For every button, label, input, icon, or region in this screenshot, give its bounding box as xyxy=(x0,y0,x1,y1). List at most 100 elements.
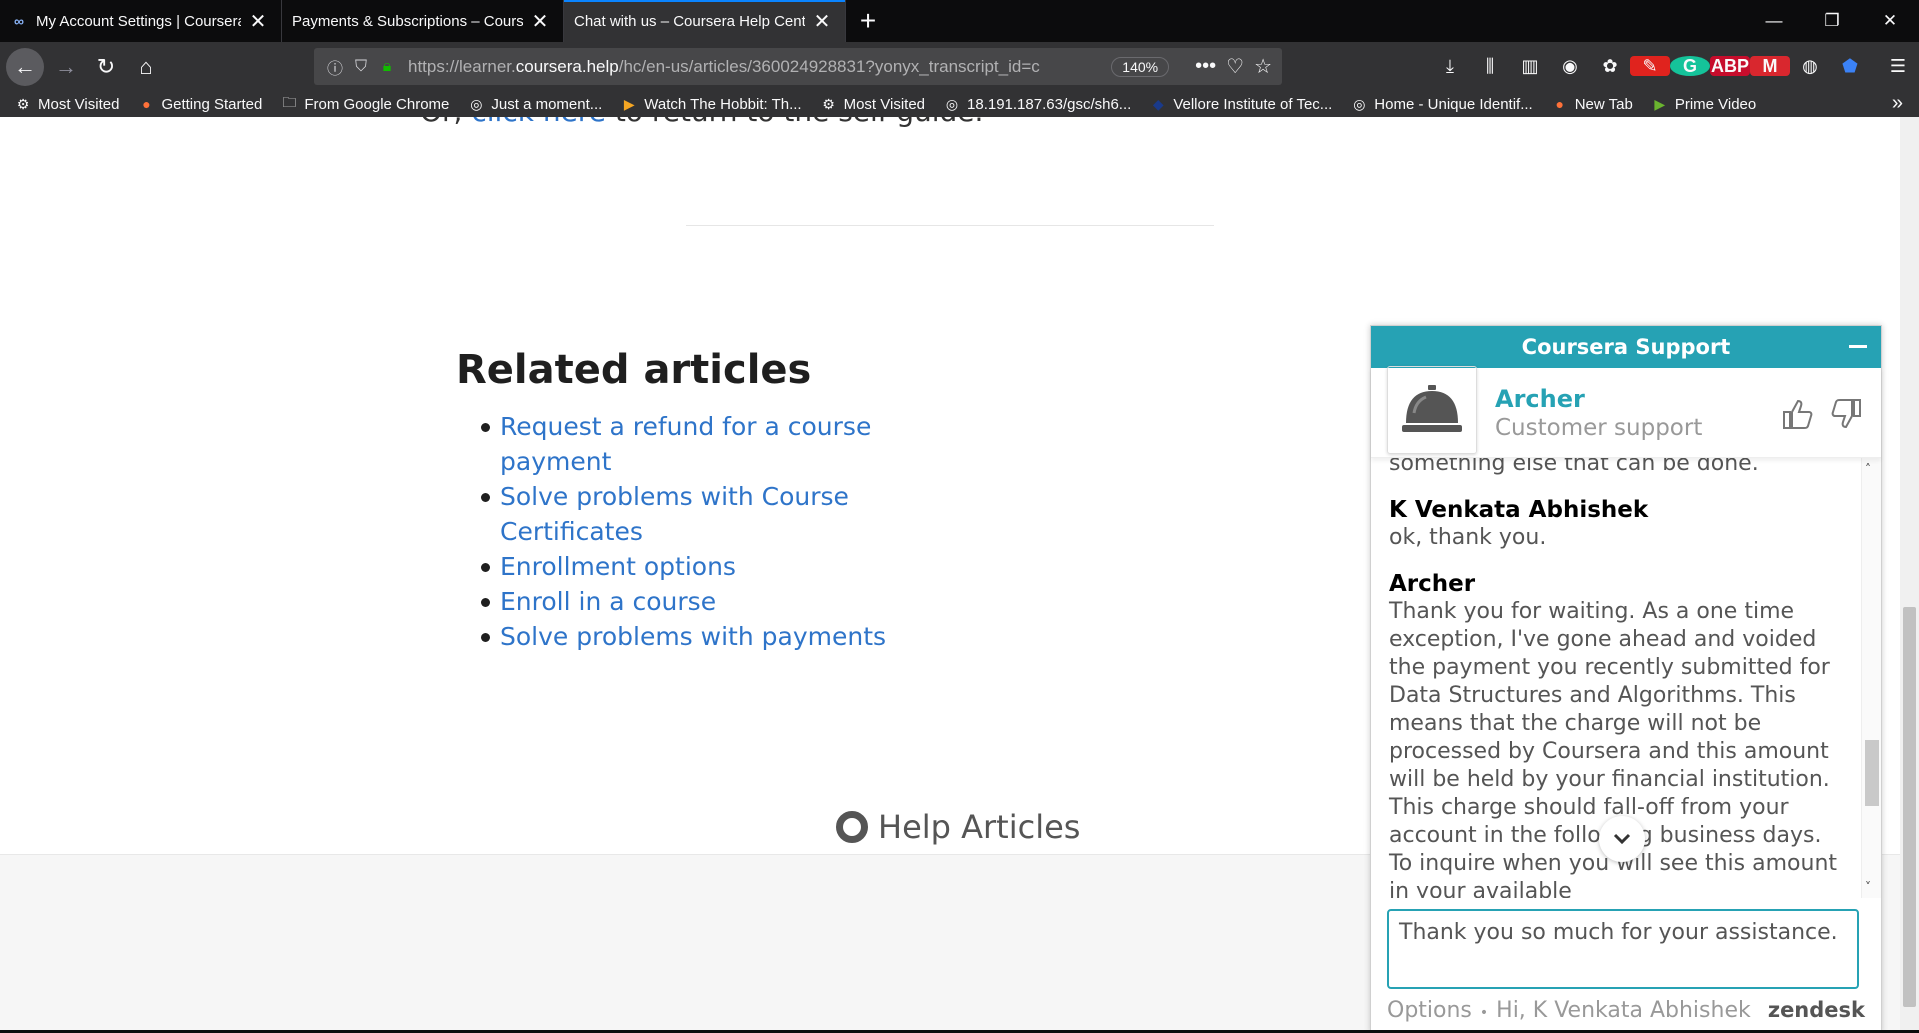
window-controls: — ❐ ✕ xyxy=(1745,0,1919,42)
scrollbar-thumb[interactable] xyxy=(1903,607,1916,1007)
thumbs-down-icon[interactable] xyxy=(1829,398,1863,430)
bookmark-new-tab[interactable]: ● New Tab xyxy=(1551,95,1633,113)
tab-account-settings[interactable]: ∞ My Account Settings | Coursera ✕ xyxy=(0,0,282,42)
previous-message-text: something else that can be done. xyxy=(1389,458,1759,476)
close-window-icon[interactable]: ✕ xyxy=(1861,0,1919,42)
close-tab-icon[interactable]: ✕ xyxy=(529,10,551,33)
toolbar-icons: ⤓ ⫼ ▥ ◉ ✿ ✎ G ABP M ◍ ⬟ ☰ xyxy=(1430,48,1918,85)
bookmark-label: New Tab xyxy=(1574,95,1633,113)
concierge-bell-icon xyxy=(1387,365,1477,454)
gear-icon: ⚙ xyxy=(822,95,835,112)
mega-extension-icon[interactable]: M xyxy=(1750,56,1790,77)
related-articles-heading: Related articles xyxy=(456,347,812,393)
related-article-link[interactable]: Enroll in a course xyxy=(500,587,716,616)
related-article-link[interactable]: Request a refund for a course payment xyxy=(500,412,871,476)
coursera-logo-icon: ∞ xyxy=(14,13,24,29)
options-link[interactable]: Options xyxy=(1387,998,1472,1023)
bookmark-vellore[interactable]: ◆ Vellore Institute of Tec... xyxy=(1149,95,1332,113)
chat-header[interactable]: Coursera Support xyxy=(1371,326,1881,368)
close-tab-icon[interactable]: ✕ xyxy=(811,10,833,33)
address-bar[interactable]: ⓘ ⛉ 🔒︎ https://learner.coursera.help/hc/… xyxy=(314,48,1282,85)
chevron-down-icon xyxy=(1613,833,1631,845)
chat-scrollbar[interactable]: ˄ ˅ xyxy=(1861,458,1881,898)
cookie-extension-icon[interactable]: ✿ xyxy=(1590,56,1630,77)
bookmark-label: Watch The Hobbit: Th... xyxy=(644,95,802,113)
tracking-shield-icon[interactable]: ⛉ xyxy=(350,58,372,76)
footer-separator: • xyxy=(1479,1005,1489,1021)
tab-label: My Account Settings | Coursera xyxy=(36,12,241,30)
sidebar-icon[interactable]: ▥ xyxy=(1510,56,1550,77)
downloads-icon[interactable]: ⤓ xyxy=(1430,56,1470,77)
bookmark-prime-video[interactable]: ▶ Prime Video xyxy=(1651,95,1756,113)
pocket-icon[interactable]: ♡ xyxy=(1226,54,1244,79)
shield-extension-icon[interactable]: ⬟ xyxy=(1830,56,1870,77)
bookmark-label: 18.191.187.63/gsc/sh6... xyxy=(967,95,1132,113)
lock-icon[interactable]: 🔒︎ xyxy=(376,58,398,76)
bookmark-label: Just a moment... xyxy=(491,95,603,113)
bookmark-uidai[interactable]: ◎ Home - Unique Identif... xyxy=(1350,95,1533,113)
scroll-up-icon[interactable]: ˄ xyxy=(1865,462,1871,476)
page-scrollbar[interactable] xyxy=(1900,117,1919,1033)
back-button[interactable]: ← xyxy=(6,47,44,86)
bookmark-most-visited[interactable]: ⚙ Most Visited xyxy=(14,95,120,113)
new-tab-button[interactable]: + xyxy=(846,0,890,42)
adblock-plus-icon[interactable]: ABP xyxy=(1710,56,1750,77)
related-article-link[interactable]: Solve problems with payments xyxy=(500,622,886,651)
pen-extension-icon[interactable]: ✎ xyxy=(1630,56,1670,77)
bookmark-most-visited-2[interactable]: ⚙ Most Visited xyxy=(820,95,925,113)
agent-name: Archer xyxy=(1495,384,1585,413)
library-icon[interactable]: ⫼ xyxy=(1470,56,1510,77)
scroll-down-icon[interactable]: ˅ xyxy=(1865,880,1871,894)
url-text[interactable]: https://learner.coursera.help/hc/en-us/a… xyxy=(408,57,1101,77)
chat-message-input[interactable]: Thank you so much for your assistance. xyxy=(1387,909,1859,989)
restore-window-icon[interactable]: ❐ xyxy=(1803,0,1861,42)
list-item: Solve problems with payments xyxy=(481,619,900,654)
tab-chat-with-us[interactable]: Chat with us – Coursera Help Center ✕ xyxy=(564,0,846,42)
multi-extension-icon[interactable]: ◍ xyxy=(1790,56,1830,77)
message-author: K Venkata Abhishek xyxy=(1389,497,1649,523)
bookmark-label: From Google Chrome xyxy=(304,95,450,113)
bookmark-label: Home - Unique Identif... xyxy=(1374,95,1533,113)
forward-button[interactable]: → xyxy=(46,47,86,87)
grammarly-icon[interactable]: G xyxy=(1670,56,1710,77)
bookmark-folder-chrome[interactable]: 🗀 From Google Chrome xyxy=(280,94,450,113)
zendesk-logo[interactable]: zendesk xyxy=(1768,998,1865,1022)
bookmark-ip-address[interactable]: ◎ 18.191.187.63/gsc/sh6... xyxy=(943,95,1131,113)
bookmarks-overflow-icon[interactable]: » xyxy=(1892,92,1903,115)
play-icon: ▶ xyxy=(623,95,635,112)
list-item: Enrollment options xyxy=(481,549,900,584)
bookmark-star-icon[interactable]: ☆ xyxy=(1254,54,1272,79)
home-button[interactable]: ⌂ xyxy=(126,47,166,87)
play-icon: ▶ xyxy=(1654,95,1666,112)
return-to-guide-text: Or, click here to return to the self-gui… xyxy=(420,117,983,128)
menu-icon[interactable]: ☰ xyxy=(1878,56,1918,77)
list-item: Request a refund for a course payment xyxy=(481,409,900,479)
bookmark-getting-started[interactable]: ● Getting Started xyxy=(137,95,262,113)
firefox-icon: ● xyxy=(142,96,151,112)
jump-to-latest-button[interactable] xyxy=(1599,816,1645,862)
related-article-link[interactable]: Enrollment options xyxy=(500,552,736,581)
bookmark-hobbit[interactable]: ▶ Watch The Hobbit: Th... xyxy=(620,95,802,113)
related-article-link[interactable]: Solve problems with Course Certificates xyxy=(500,482,849,546)
close-tab-icon[interactable]: ✕ xyxy=(247,10,269,33)
bookmark-label: Most Visited xyxy=(38,95,120,113)
thumbs-up-icon[interactable] xyxy=(1781,398,1815,430)
list-item: Solve problems with Course Certificates xyxy=(481,479,900,549)
support-chat-widget: Coursera Support Archer Customer support… xyxy=(1370,325,1882,1033)
message-author: Archer xyxy=(1389,571,1476,597)
info-icon[interactable]: ⓘ xyxy=(324,55,346,79)
page-actions-icon[interactable]: ••• xyxy=(1195,55,1216,78)
tab-label: Payments & Subscriptions – Coursera xyxy=(292,12,523,30)
bookmark-just-a-moment[interactable]: ◎ Just a moment... xyxy=(467,95,602,113)
zoom-indicator[interactable]: 140% xyxy=(1111,56,1170,77)
reload-button[interactable]: ↻ xyxy=(86,47,126,87)
agent-role: Customer support xyxy=(1495,414,1703,441)
tab-payments[interactable]: Payments & Subscriptions – Coursera ✕ xyxy=(282,0,564,42)
click-here-link[interactable]: click here xyxy=(471,117,606,128)
chat-scrollbar-thumb[interactable] xyxy=(1865,740,1879,806)
help-articles-link[interactable]: Help Articles xyxy=(836,808,1080,846)
minimize-window-icon[interactable]: — xyxy=(1745,0,1803,42)
account-icon[interactable]: ◉ xyxy=(1550,56,1590,77)
minimize-chat-icon[interactable] xyxy=(1849,345,1867,348)
tab-label: Chat with us – Coursera Help Center xyxy=(574,12,805,30)
